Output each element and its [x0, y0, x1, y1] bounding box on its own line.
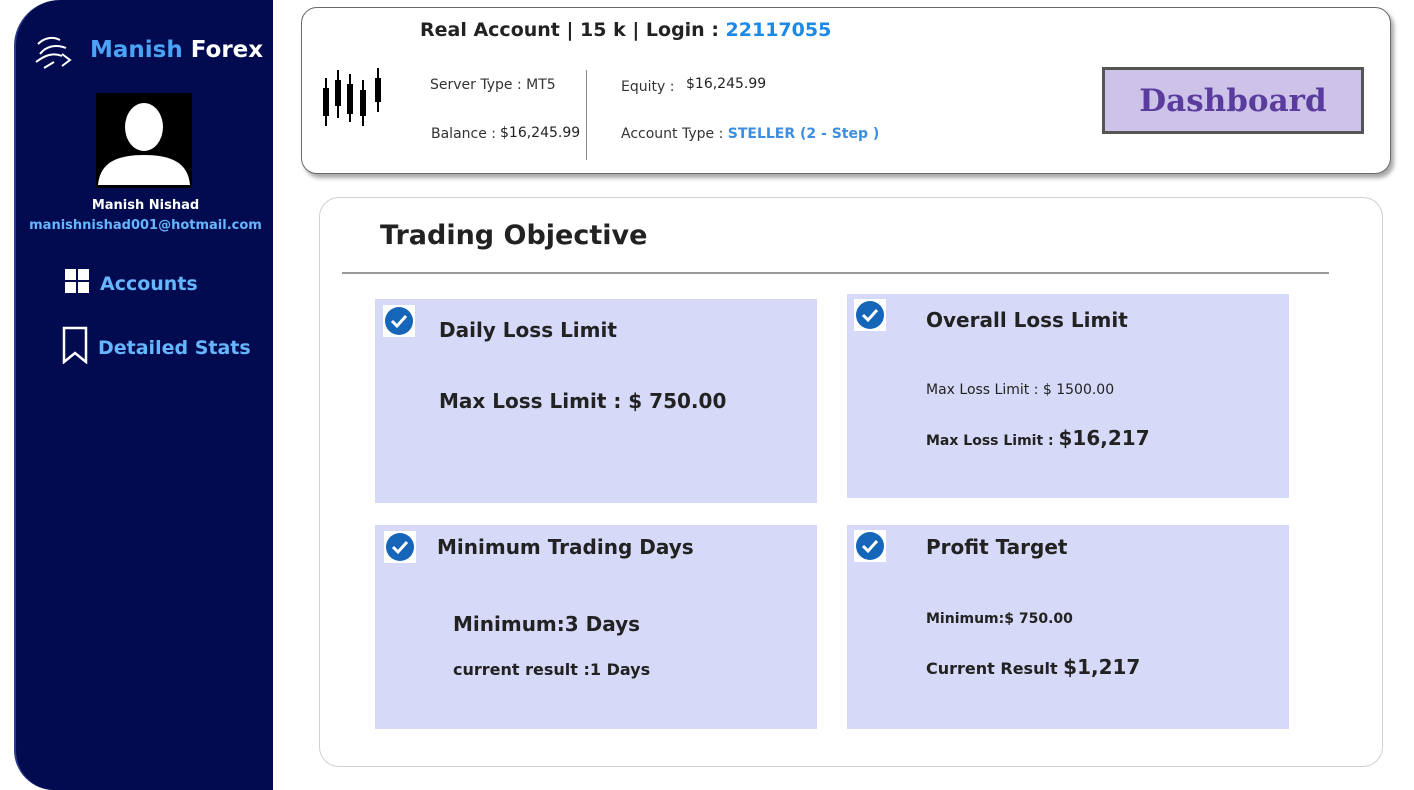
- tile-title: Profit Target: [926, 535, 1068, 559]
- tile-profit-target: Profit Target Minimum:$ 750.00 Current R…: [847, 525, 1289, 729]
- tile-daily-loss-limit: Daily Loss Limit Max Loss Limit : $ 750.…: [375, 299, 817, 503]
- tile-title: Minimum Trading Days: [437, 535, 694, 559]
- equity-label: Equity :: [621, 79, 675, 95]
- equity-value: $16,245.99: [686, 76, 767, 92]
- nav-accounts-label: Accounts: [100, 272, 198, 295]
- user-email: manishnishad001@hotmail.com: [29, 218, 262, 233]
- logo-icon: [32, 32, 76, 72]
- server-type: Server Type : MT5: [430, 77, 556, 93]
- tile-minimum-days: Minimum:3 Days: [453, 612, 641, 636]
- tile-title: Overall Loss Limit: [926, 308, 1128, 332]
- account-type-label: Account Type :: [621, 126, 728, 142]
- tile-max-loss: Max Loss Limit : $ 1500.00: [926, 382, 1115, 398]
- tile-current-result: Current Result $1,217: [926, 655, 1140, 679]
- tile-current-result-value: $1,217: [1063, 655, 1141, 679]
- login-number: 22117055: [725, 19, 832, 41]
- brand-name: Manish Forex: [90, 37, 263, 63]
- balance-label: Balance :: [431, 126, 497, 142]
- account-summary: Real Account | 15 k | Login : 22117055: [420, 19, 831, 41]
- tile-current-result-label: Current Result: [926, 659, 1064, 678]
- tile-current-loss: Max Loss Limit : $16,217: [926, 426, 1150, 450]
- trading-objective-title: Trading Objective: [380, 220, 648, 251]
- server-type-value: MT5: [526, 77, 556, 93]
- nav-accounts[interactable]: Accounts: [64, 268, 198, 299]
- title-divider: [342, 272, 1329, 274]
- tile-current-days: current result :1 Days: [453, 660, 651, 679]
- sidebar: Manish Forex Manish Nishad manishnishad0…: [14, 0, 273, 790]
- bookmark-icon: [62, 326, 88, 369]
- server-type-label: Server Type :: [430, 77, 527, 93]
- brand-secondary: Forex: [190, 37, 264, 63]
- tile-current-loss-label: Max Loss Limit :: [926, 433, 1059, 449]
- account-type: Account Type : STELLER (2 - Step ): [621, 126, 879, 142]
- tile-overall-loss-limit: Overall Loss Limit Max Loss Limit : $ 15…: [847, 294, 1289, 498]
- check-circle-icon: [384, 531, 416, 563]
- nav-detailed-stats-label: Detailed Stats: [98, 336, 251, 359]
- user-name: Manish Nishad: [91, 198, 200, 213]
- check-circle-icon: [854, 299, 886, 331]
- account-prefix: Real Account | 15 k | Login :: [420, 19, 726, 41]
- dashboard-button[interactable]: Dashboard: [1102, 67, 1364, 134]
- tile-profit-minimum: Minimum:$ 750.00: [926, 611, 1073, 627]
- nav-detailed-stats[interactable]: Detailed Stats: [62, 326, 251, 369]
- tile-max-loss: Max Loss Limit : $ 750.00: [439, 389, 727, 413]
- account-type-value: STELLER (2 - Step ): [727, 126, 880, 142]
- candlestick-icon: [322, 68, 384, 134]
- check-circle-icon: [383, 305, 415, 337]
- header-divider: [586, 70, 587, 160]
- account-header-card: Real Account | 15 k | Login : 22117055 S…: [301, 7, 1391, 174]
- windows-grid-icon: [64, 268, 90, 299]
- brand-primary: Manish: [90, 37, 183, 63]
- avatar: [96, 93, 192, 188]
- check-circle-icon: [854, 530, 886, 562]
- trading-objective-card: Trading Objective Daily Loss Limit Max L…: [319, 197, 1383, 767]
- tile-title: Daily Loss Limit: [439, 318, 617, 342]
- tile-current-loss-value: $16,217: [1058, 426, 1150, 450]
- tile-minimum-trading-days: Minimum Trading Days Minimum:3 Days curr…: [375, 525, 817, 729]
- balance-value: $16,245.99: [500, 125, 581, 141]
